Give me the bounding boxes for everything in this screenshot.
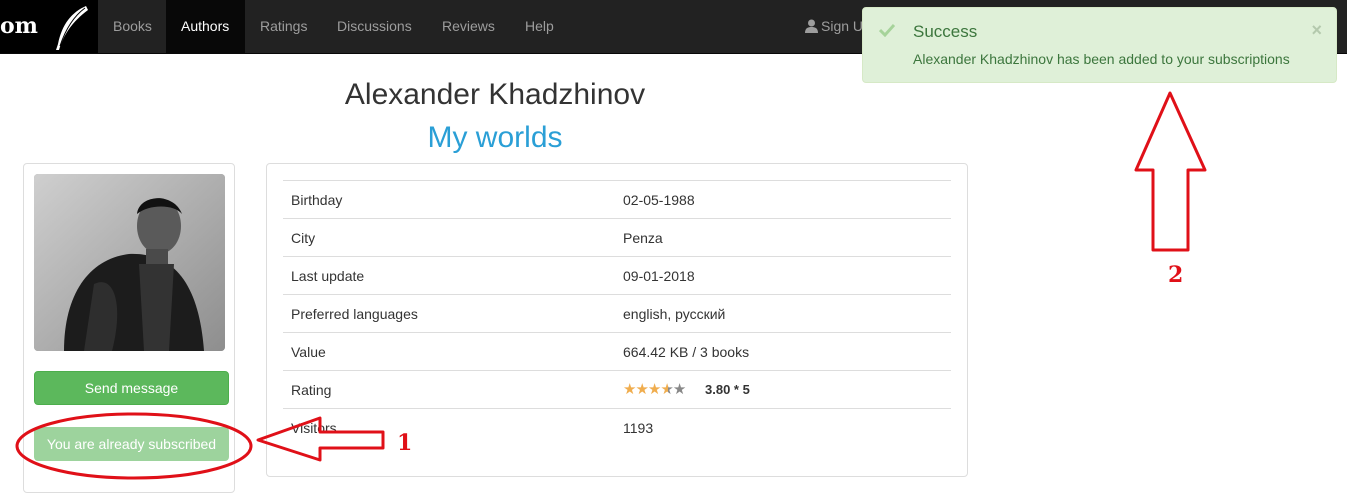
annotation-number-2: 2 [1168, 262, 1184, 288]
avatar-photo [34, 174, 225, 351]
user-icon [805, 19, 818, 33]
nav-books[interactable]: Books [98, 0, 167, 53]
nav-reviews[interactable]: Reviews [427, 0, 510, 53]
brand-logo[interactable]: om [0, 0, 98, 53]
info-label: Last update [291, 268, 365, 284]
avatar [34, 174, 225, 351]
star-icon: ★ [647, 381, 661, 398]
annotation-number-1: 1 [397, 430, 413, 456]
info-value: 09-01-2018 [623, 268, 695, 284]
half-star-icon: ★ [660, 381, 673, 398]
star-icon: ★ [635, 381, 648, 398]
info-row-last-update: Last update 09-01-2018 [283, 256, 951, 294]
info-label: Visitors [291, 420, 337, 436]
annotation-arrow-2 [1134, 91, 1207, 252]
send-message-button[interactable]: Send message [34, 371, 229, 405]
info-value: 02-05-1988 [623, 192, 695, 208]
profile-panel: Send message You are already subscribed [23, 163, 235, 493]
brand-text: om [0, 13, 38, 39]
author-subtitle-link[interactable]: My worlds [260, 121, 730, 155]
info-value: 1193 [623, 420, 654, 436]
rating-stars[interactable]: ★★★★★ [623, 380, 686, 398]
info-value: 664.42 KB / 3 books [623, 344, 750, 360]
success-alert: Success Alexander Khadzhinov has been ad… [862, 7, 1337, 83]
nav-ratings[interactable]: Ratings [245, 0, 322, 53]
rating-value: 3.80 * 5 [705, 382, 750, 397]
signin-link[interactable]: Sign U [805, 0, 863, 53]
signin-label: Sign U [821, 18, 864, 34]
info-row-languages: Preferred languages english, русский [283, 294, 951, 332]
alert-message: Alexander Khadzhinov has been added to y… [913, 51, 1290, 67]
check-icon [879, 23, 895, 37]
info-row-rating: Rating ★★★★★ 3.80 * 5 [283, 370, 951, 408]
nav-authors[interactable]: Authors [166, 0, 245, 53]
feather-icon [56, 6, 88, 50]
info-value: english, русский [623, 306, 726, 322]
close-icon[interactable]: × [1311, 20, 1322, 41]
author-info-panel: Birthday 02-05-1988 City Penza Last upda… [266, 163, 968, 477]
info-row-value: Value 664.42 KB / 3 books [283, 332, 951, 370]
info-row-city: City Penza [283, 218, 951, 256]
info-label: Rating [291, 382, 332, 398]
info-value: Penza [623, 230, 663, 246]
alert-title: Success [913, 22, 978, 41]
info-row-birthday: Birthday 02-05-1988 [283, 180, 951, 218]
info-table: Birthday 02-05-1988 City Penza Last upda… [283, 180, 951, 449]
nav-help[interactable]: Help [510, 0, 569, 53]
star-empty-icon: ★ [672, 381, 686, 398]
subscribed-button[interactable]: You are already subscribed [34, 427, 229, 461]
nav-discussions[interactable]: Discussions [322, 0, 427, 53]
info-label: Value [291, 344, 326, 360]
info-label: City [291, 230, 316, 246]
star-icon: ★ [623, 381, 636, 398]
info-label: Preferred languages [291, 306, 418, 322]
info-label: Birthday [291, 192, 343, 208]
author-name: Alexander Khadzhinov [344, 78, 646, 111]
info-row-visitors: Visitors 1193 [283, 408, 951, 449]
